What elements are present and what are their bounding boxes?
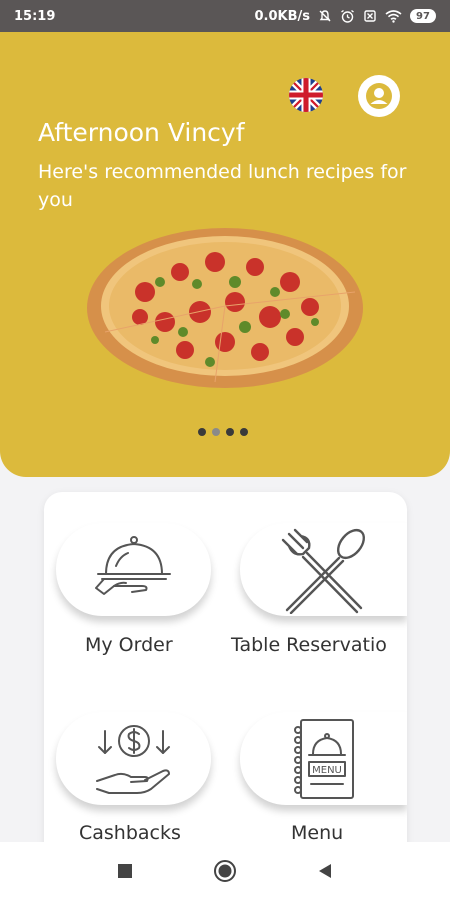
status-bar: 15:19 0.0KB/s 97 [0, 0, 450, 32]
greeting-subtitle: Here's recommended lunch recipes for you [38, 161, 407, 211]
table-reservation-label: Table Reservatio [231, 634, 387, 656]
status-icons: 0.0KB/s 97 [254, 8, 436, 24]
recent-apps-button[interactable] [110, 856, 140, 886]
alarm-icon [341, 9, 354, 23]
menu-button[interactable]: MENU [240, 712, 407, 805]
mute-bell-icon [319, 10, 331, 22]
carousel-dot-1[interactable] [198, 428, 206, 436]
menu-card: My Order Table Reservatio Cashbacks MENU… [44, 492, 407, 900]
carousel-indicator [198, 428, 248, 436]
my-order-button[interactable] [56, 523, 211, 616]
cashbacks-label: Cashbacks [79, 822, 181, 844]
network-speed: 0.0KB/s [254, 8, 311, 24]
carousel-dot-3[interactable] [226, 428, 234, 436]
fork-spoon-icon [281, 528, 365, 614]
carousel-dot-2[interactable] [212, 428, 220, 436]
recent-apps-icon [118, 864, 132, 878]
serving-cloche-hand-icon [94, 535, 171, 595]
cashback-dollar-hand-icon [95, 724, 170, 794]
sim-icon [364, 10, 376, 22]
user-profile-icon [366, 83, 392, 109]
wifi-icon [385, 10, 402, 23]
pizza-image[interactable] [85, 222, 365, 392]
greeting-title: Afternoon Vincyf [38, 118, 245, 147]
home-icon [214, 860, 236, 882]
back-icon [319, 864, 331, 878]
svg-text:MENU: MENU [312, 765, 342, 776]
battery-icon: 97 [410, 9, 436, 23]
profile-button[interactable] [358, 75, 400, 117]
home-button[interactable] [210, 856, 240, 886]
menu-label: Menu [291, 822, 344, 844]
uk-flag-icon[interactable] [289, 78, 323, 112]
my-order-label: My Order [85, 634, 173, 656]
carousel-dot-4[interactable] [240, 428, 248, 436]
menu-book-icon: MENU [293, 718, 354, 799]
back-button[interactable] [310, 856, 340, 886]
cashbacks-button[interactable] [56, 712, 211, 805]
table-reservation-button[interactable] [240, 523, 407, 616]
status-time: 15:19 [14, 8, 56, 24]
system-nav-bar [0, 842, 450, 900]
